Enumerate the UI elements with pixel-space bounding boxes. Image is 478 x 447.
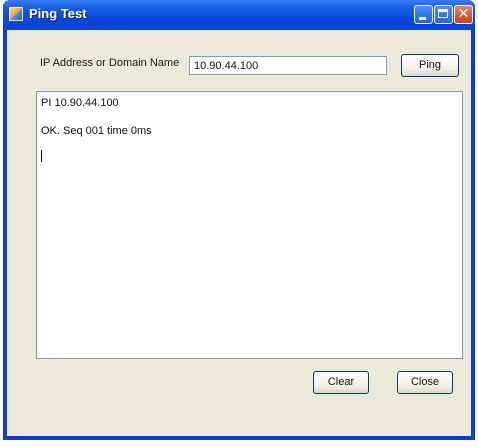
- close-button[interactable]: Close: [397, 371, 453, 394]
- app-icon: [9, 7, 23, 21]
- ping-test-window: Ping Test ✕ IP Address or Domain Name Pi…: [3, 0, 475, 440]
- ip-address-label: IP Address or Domain Name: [40, 57, 180, 69]
- output-line: PI 10.90.44.100: [41, 97, 119, 109]
- output-line: OK. Seq 001 time 0ms: [41, 125, 152, 137]
- ping-button[interactable]: Ping: [401, 54, 459, 77]
- title-bar[interactable]: Ping Test ✕: [3, 0, 475, 30]
- maximize-button[interactable]: [434, 5, 453, 24]
- close-window-button[interactable]: ✕: [454, 5, 473, 24]
- minimize-button[interactable]: [414, 5, 433, 24]
- clear-button[interactable]: Clear: [313, 371, 369, 394]
- window-title: Ping Test: [29, 6, 87, 21]
- ip-address-input[interactable]: [189, 56, 387, 75]
- client-area: IP Address or Domain Name Ping PI 10.90.…: [7, 30, 471, 436]
- text-caret: [41, 150, 42, 162]
- close-icon: ✕: [457, 6, 470, 22]
- output-textarea[interactable]: PI 10.90.44.100 OK. Seq 001 time 0ms: [36, 91, 463, 359]
